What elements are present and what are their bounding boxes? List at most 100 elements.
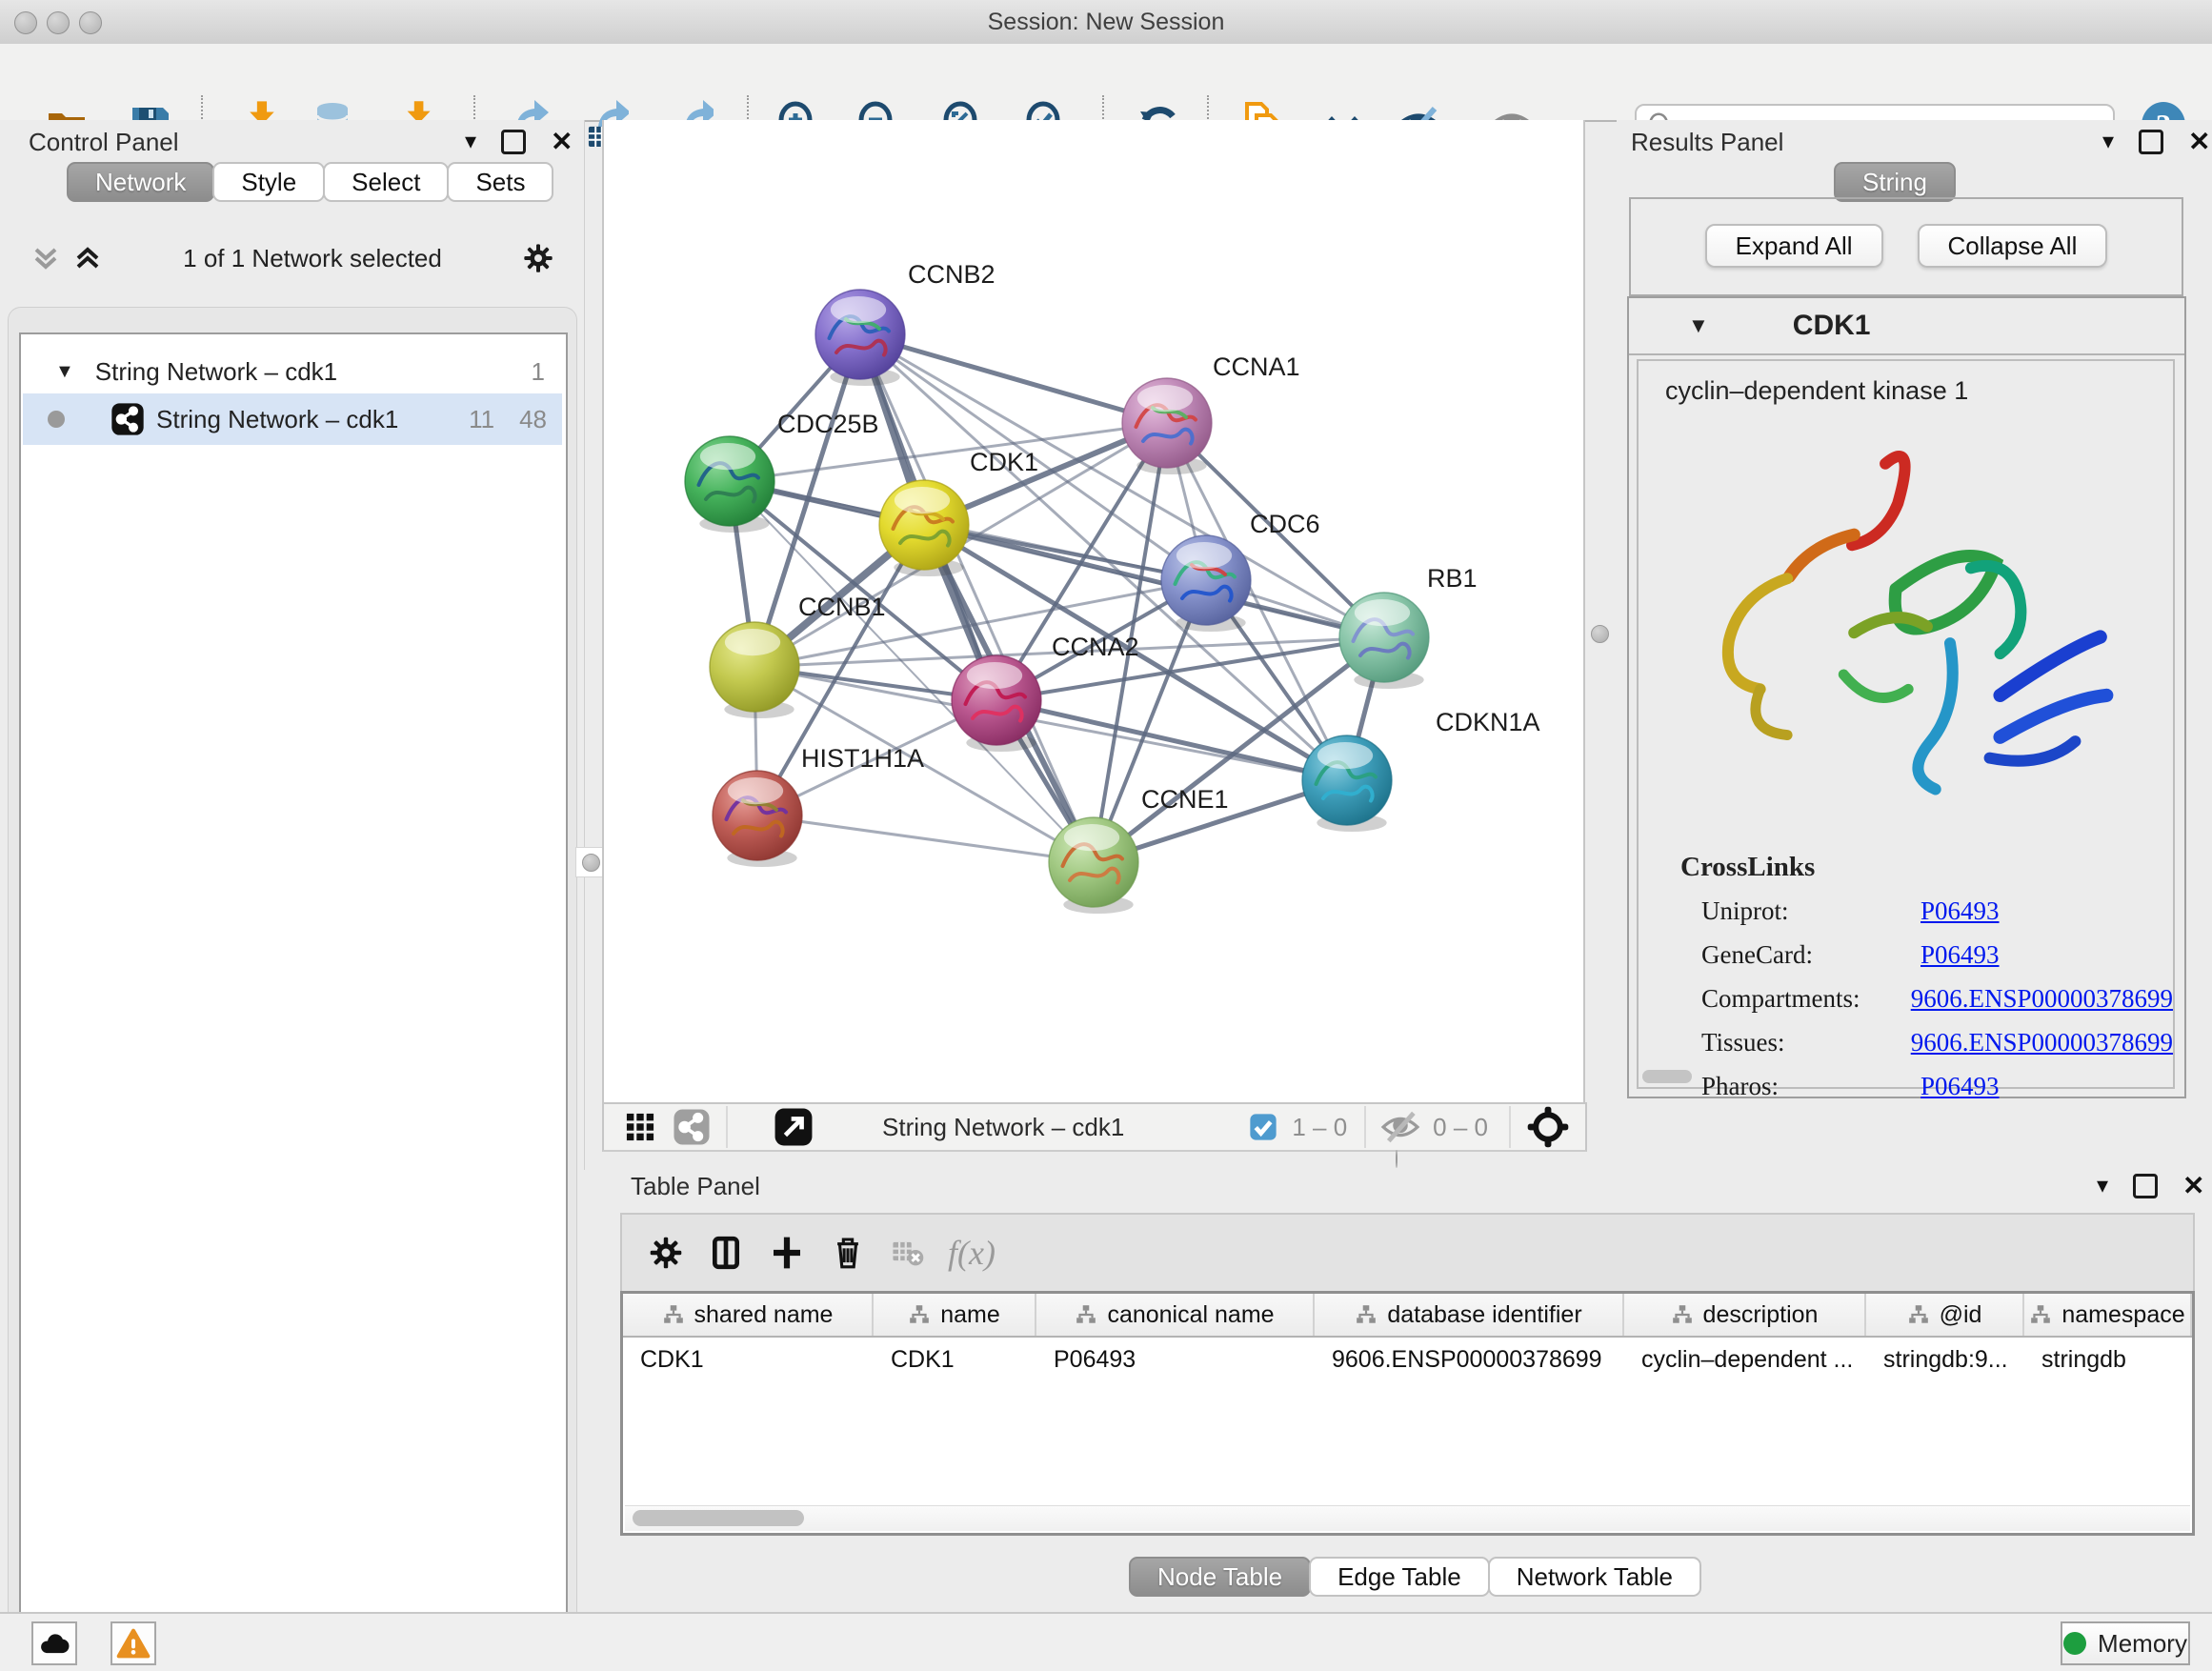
panel-float-icon[interactable] — [501, 130, 526, 154]
collapse-all-button[interactable]: Collapse All — [1918, 224, 2108, 268]
table-gear-icon[interactable] — [647, 1234, 685, 1272]
network-edge[interactable] — [757, 815, 1094, 862]
network-node-ccna1[interactable] — [1122, 378, 1212, 474]
gear-icon[interactable] — [521, 241, 555, 275]
crosslink-row: Compartments:9606.ENSP00000378699 — [1639, 976, 2173, 1020]
table-cell[interactable]: cyclin–dependent ... — [1624, 1346, 1866, 1374]
expand-collapse-group: Expand All Collapse All — [1629, 197, 2183, 296]
network-row[interactable]: String Network – cdk1 11 48 — [23, 393, 562, 445]
memory-button[interactable]: Memory — [2061, 1621, 2190, 1665]
crosslink-label: GeneCard: — [1639, 940, 1920, 970]
table-toolbar: f(x) — [620, 1213, 2195, 1291]
network-node-cdk1[interactable] — [879, 480, 969, 576]
network-node-rb1[interactable] — [1339, 593, 1429, 689]
column-header-name[interactable]: name — [874, 1294, 1036, 1336]
birdseye-view-icon[interactable] — [1526, 1105, 1570, 1149]
crosslink-link[interactable]: P06493 — [1920, 1072, 2000, 1101]
bottom-splitter-handle[interactable] — [1396, 1151, 1398, 1168]
network-bullet-icon — [48, 411, 65, 428]
crosslink-link[interactable]: P06493 — [1920, 896, 2000, 926]
cloud-button[interactable] — [31, 1621, 77, 1665]
crosslinks-list: Uniprot:P06493GeneCard:P06493Compartment… — [1639, 889, 2173, 1108]
tab-network-table[interactable]: Network Table — [1488, 1557, 1701, 1597]
create-column-icon[interactable] — [767, 1233, 807, 1273]
table-cell[interactable]: stringdb — [2024, 1346, 2192, 1374]
network-collection-row[interactable]: ▼ String Network – cdk1 1 — [23, 348, 562, 395]
tab-network[interactable]: Network — [67, 162, 214, 202]
selected-checkbox-icon[interactable] — [1248, 1112, 1278, 1142]
results-panel-title: Results Panel — [1631, 128, 1783, 157]
network-node-ccne1[interactable] — [1049, 817, 1138, 914]
tab-select[interactable]: Select — [323, 162, 449, 202]
table-cell[interactable]: 9606.ENSP00000378699 — [1315, 1346, 1624, 1374]
crosslink-row: GeneCard:P06493 — [1639, 933, 2173, 976]
crosslink-link[interactable]: 9606.ENSP00000378699 — [1911, 984, 2173, 1014]
expand-all-button[interactable]: Expand All — [1705, 224, 1883, 268]
column-header--id[interactable]: @id — [1866, 1294, 2024, 1336]
crosslink-label: Compartments: — [1639, 984, 1911, 1014]
panel-float-icon[interactable] — [2139, 130, 2163, 154]
panel-close-icon[interactable]: ✕ — [551, 132, 573, 151]
function-builder-icon[interactable]: f(x) — [948, 1233, 995, 1273]
panel-menu-icon[interactable]: ▾ — [2102, 132, 2114, 151]
column-header-description[interactable]: description — [1624, 1294, 1866, 1336]
panel-menu-icon[interactable]: ▾ — [465, 132, 476, 151]
network-edge[interactable] — [860, 334, 1167, 423]
column-header-shared-name[interactable]: shared name — [623, 1294, 874, 1336]
results-panel-controls: ▾ ✕ — [2102, 130, 2211, 154]
control-panel-tabs: NetworkStyleSelectSets — [67, 162, 552, 202]
network-graph[interactable]: CCNB2CCNA1CDC25BCDK1CDC6RB1CCNB1CCNA2CDK… — [604, 120, 1583, 1102]
network-node-cdc6[interactable] — [1161, 535, 1251, 632]
network-node-cdkn1a[interactable] — [1302, 735, 1392, 832]
tab-edge-table[interactable]: Edge Table — [1309, 1557, 1490, 1597]
table-cell[interactable]: CDK1 — [623, 1346, 874, 1374]
table-cell[interactable]: CDK1 — [874, 1346, 1036, 1374]
network-node-hist1h1a[interactable] — [713, 771, 802, 867]
table-hscrollbar-thumb[interactable] — [633, 1510, 804, 1526]
expand-all-tree-icon[interactable] — [30, 244, 62, 272]
crosslink-link[interactable]: P06493 — [1920, 940, 2000, 970]
table-hscrollbar[interactable] — [625, 1505, 2190, 1531]
network-canvas[interactable]: CCNB2CCNA1CDC25BCDK1CDC6RB1CCNB1CCNA2CDK… — [602, 120, 1585, 1102]
hidden-count: 0 – 0 — [1433, 1113, 1488, 1142]
hidden-eye-icon[interactable] — [1379, 1106, 1421, 1148]
network-node-ccnb1[interactable] — [710, 622, 799, 718]
crosslink-link[interactable]: 9606.ENSP00000378699 — [1911, 1028, 2173, 1057]
node-label-ccna1: CCNA1 — [1213, 352, 1300, 381]
window-title: Session: New Session — [0, 9, 2212, 36]
column-header-canonical-name[interactable]: canonical name — [1036, 1294, 1315, 1336]
table-cell[interactable]: stringdb:9... — [1866, 1346, 2024, 1374]
collapse-arrow-icon[interactable]: ▼ — [1688, 313, 1709, 338]
panel-float-icon[interactable] — [2133, 1174, 2158, 1198]
delete-column-icon[interactable] — [828, 1233, 868, 1273]
warning-icon — [116, 1628, 151, 1659]
tab-style[interactable]: Style — [212, 162, 325, 202]
network-selection-status: 1 of 1 Network selected — [104, 244, 521, 273]
detach-view-icon[interactable] — [774, 1107, 814, 1147]
show-columns-icon[interactable] — [706, 1233, 746, 1273]
tab-sets[interactable]: Sets — [447, 162, 553, 202]
results-hscrollbar-thumb[interactable] — [1642, 1070, 1692, 1083]
column-header-database-identifier[interactable]: database identifier — [1315, 1294, 1624, 1336]
warning-button[interactable] — [111, 1621, 156, 1665]
grid-view-icon[interactable] — [621, 1108, 659, 1146]
panel-menu-icon[interactable]: ▾ — [2097, 1177, 2108, 1196]
delete-table-icon[interactable] — [889, 1234, 927, 1272]
network-view-icon[interactable] — [673, 1108, 711, 1146]
panel-close-icon[interactable]: ✕ — [2188, 132, 2210, 151]
selected-count: 1 – 0 — [1292, 1113, 1347, 1142]
right-splitter-handle[interactable] — [1585, 619, 1614, 648]
network-node-ccna2[interactable] — [952, 655, 1041, 752]
panel-close-icon[interactable]: ✕ — [2182, 1177, 2204, 1196]
table-row[interactable]: CDK1CDK1P064939606.ENSP00000378699cyclin… — [623, 1338, 2192, 1381]
network-manager: 1 of 1 Network selected ▼ String Network… — [8, 307, 577, 1671]
tab-string[interactable]: String — [1834, 162, 1956, 202]
column-header-namespace[interactable]: namespace — [2024, 1294, 2192, 1336]
table-cell[interactable]: P06493 — [1036, 1346, 1315, 1374]
collection-label: String Network – cdk1 — [95, 357, 337, 387]
collapse-all-tree-icon[interactable] — [71, 244, 104, 272]
tab-node-table[interactable]: Node Table — [1129, 1557, 1311, 1597]
network-node-cdc25b[interactable] — [685, 436, 774, 533]
protein-card-header[interactable]: ▼ CDK1 — [1629, 298, 2184, 355]
collapse-arrow-icon[interactable]: ▼ — [55, 361, 74, 383]
